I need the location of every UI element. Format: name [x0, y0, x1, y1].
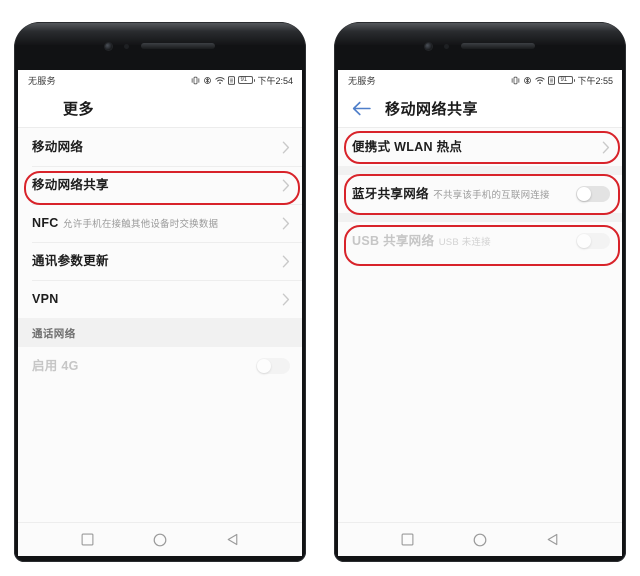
phone-top-bezel [18, 22, 302, 70]
row-text: 通讯参数更新 [32, 252, 274, 270]
toggle-usb-tethering[interactable] [576, 233, 610, 249]
list-item-label: 便携式 WLAN 热点 [352, 140, 463, 154]
row-text: NFC 允许手机在接触其他设备时交换数据 [32, 214, 274, 232]
phone-right-screen: 无服务 91 下午2:55 移动网络共享 便携式 WLAN 热点 蓝牙共享网络 … [338, 70, 622, 522]
list-item-usb-tethering[interactable]: USB 共享网络 USB 未连接 [338, 222, 622, 260]
chevron-right-icon [274, 255, 290, 268]
settings-list-left: 移动网络 移动网络共享 NFC 允许手机在接触其他设备时交换数据 通讯参数更新 … [18, 128, 302, 385]
phone-left: 无服务 91 下午2:54 更多 移动网络 移动网络共享 NFC 允许手机在接触… [14, 22, 306, 562]
sim-icon [228, 75, 236, 85]
list-item-comm-params-update[interactable]: 通讯参数更新 [18, 242, 302, 280]
list-item-subtitle: 允许手机在接触其他设备时交换数据 [63, 219, 219, 230]
screenshot-stage: 无服务 91 下午2:54 更多 移动网络 移动网络共享 NFC 允许手机在接触… [0, 0, 640, 576]
bluetooth-icon [203, 76, 212, 85]
back-triangle-icon[interactable] [226, 533, 239, 546]
row-text: VPN [32, 290, 274, 308]
list-item-portable-wlan-hotspot[interactable]: 便携式 WLAN 热点 [338, 128, 622, 166]
row-text: 移动网络 [32, 138, 274, 156]
chevron-right-icon [274, 141, 290, 154]
list-item-nfc[interactable]: NFC 允许手机在接触其他设备时交换数据 [18, 204, 302, 242]
list-item-label: VPN [32, 292, 59, 306]
battery-indicator: 91 [558, 76, 576, 84]
list-item-subtitle: USB 未连接 [438, 237, 491, 248]
status-icons: 91 下午2:54 [191, 74, 293, 87]
phone-bottom-bezel [18, 556, 302, 576]
list-item-vpn[interactable]: VPN [18, 280, 302, 318]
clock-label: 下午2:55 [577, 75, 613, 86]
home-circle-icon[interactable] [153, 533, 167, 547]
navigation-bar-left [18, 522, 302, 556]
phone-right: 无服务 91 下午2:55 移动网络共享 便携式 WLAN 热点 蓝牙共享网络 … [334, 22, 626, 562]
list-item-label: USB 共享网络 [352, 234, 435, 248]
list-item-subtitle: 不共享该手机的互联网连接 [433, 190, 550, 201]
status-bar: 无服务 91 下午2:54 [18, 70, 302, 90]
earpiece-speaker-icon [141, 43, 215, 49]
list-item-label: NFC [32, 216, 59, 230]
list-gap [338, 166, 622, 175]
list-item-label: 移动网络共享 [32, 178, 109, 192]
row-text: 蓝牙共享网络 不共享该手机的互联网连接 [352, 185, 576, 203]
page-title: 移动网络共享 [385, 101, 479, 118]
row-text: USB 共享网络 USB 未连接 [352, 232, 576, 250]
back-triangle-icon[interactable] [546, 533, 559, 546]
list-item-bluetooth-tethering[interactable]: 蓝牙共享网络 不共享该手机的互联网连接 [338, 175, 622, 213]
hamburger-icon[interactable] [32, 105, 49, 113]
chevron-right-icon [274, 293, 290, 306]
wifi-icon [535, 76, 546, 85]
vibrate-icon [511, 76, 520, 85]
page-title: 更多 [63, 101, 95, 118]
front-camera-icon [425, 42, 432, 50]
list-item-label: 通讯参数更新 [32, 254, 109, 268]
chevron-right-icon [274, 217, 290, 230]
list-item-mobile-network-sharing[interactable]: 移动网络共享 [18, 166, 302, 204]
back-arrow-icon[interactable] [352, 101, 371, 116]
sim-icon [548, 75, 556, 85]
row-text: 启用 4G [32, 357, 256, 375]
phone-top-bezel [338, 22, 622, 70]
chevron-right-icon [594, 141, 610, 154]
vibrate-icon [191, 76, 200, 85]
wifi-icon [215, 76, 226, 85]
list-item-label: 移动网络 [32, 140, 84, 154]
carrier-label: 无服务 [28, 75, 56, 86]
proximity-sensor-icon [444, 43, 449, 49]
row-text: 便携式 WLAN 热点 [352, 138, 594, 156]
proximity-sensor-icon [124, 43, 129, 49]
toggle-bluetooth-tethering[interactable] [576, 186, 610, 202]
chevron-right-icon [274, 179, 290, 192]
phone-left-screen: 无服务 91 下午2:54 更多 移动网络 移动网络共享 NFC 允许手机在接触… [18, 70, 302, 522]
home-circle-icon[interactable] [473, 533, 487, 547]
app-bar: 移动网络共享 [338, 90, 622, 128]
navigation-bar-right [338, 522, 622, 556]
list-item-mobile-network[interactable]: 移动网络 [18, 128, 302, 166]
settings-list-right: 便携式 WLAN 热点 蓝牙共享网络 不共享该手机的互联网连接 USB 共享网络… [338, 128, 622, 260]
toggle-enable-4g[interactable] [256, 358, 290, 374]
list-item-label: 启用 4G [32, 359, 79, 373]
row-text: 移动网络共享 [32, 176, 274, 194]
bluetooth-icon [523, 76, 532, 85]
list-item-enable-4g[interactable]: 启用 4G [18, 347, 302, 385]
clock-label: 下午2:54 [257, 75, 293, 86]
status-bar: 无服务 91 下午2:55 [338, 70, 622, 90]
front-camera-icon [105, 42, 112, 50]
recents-square-icon[interactable] [81, 533, 94, 546]
carrier-label: 无服务 [348, 75, 376, 86]
list-item-label: 蓝牙共享网络 [352, 187, 429, 201]
list-gap [338, 213, 622, 222]
earpiece-speaker-icon [461, 43, 535, 49]
phone-bottom-bezel [338, 556, 622, 576]
recents-square-icon[interactable] [401, 533, 414, 546]
battery-indicator: 91 [238, 76, 256, 84]
status-icons: 91 下午2:55 [511, 74, 613, 87]
section-header-call-network: 通话网络 [18, 318, 302, 347]
app-bar: 更多 [18, 90, 302, 128]
